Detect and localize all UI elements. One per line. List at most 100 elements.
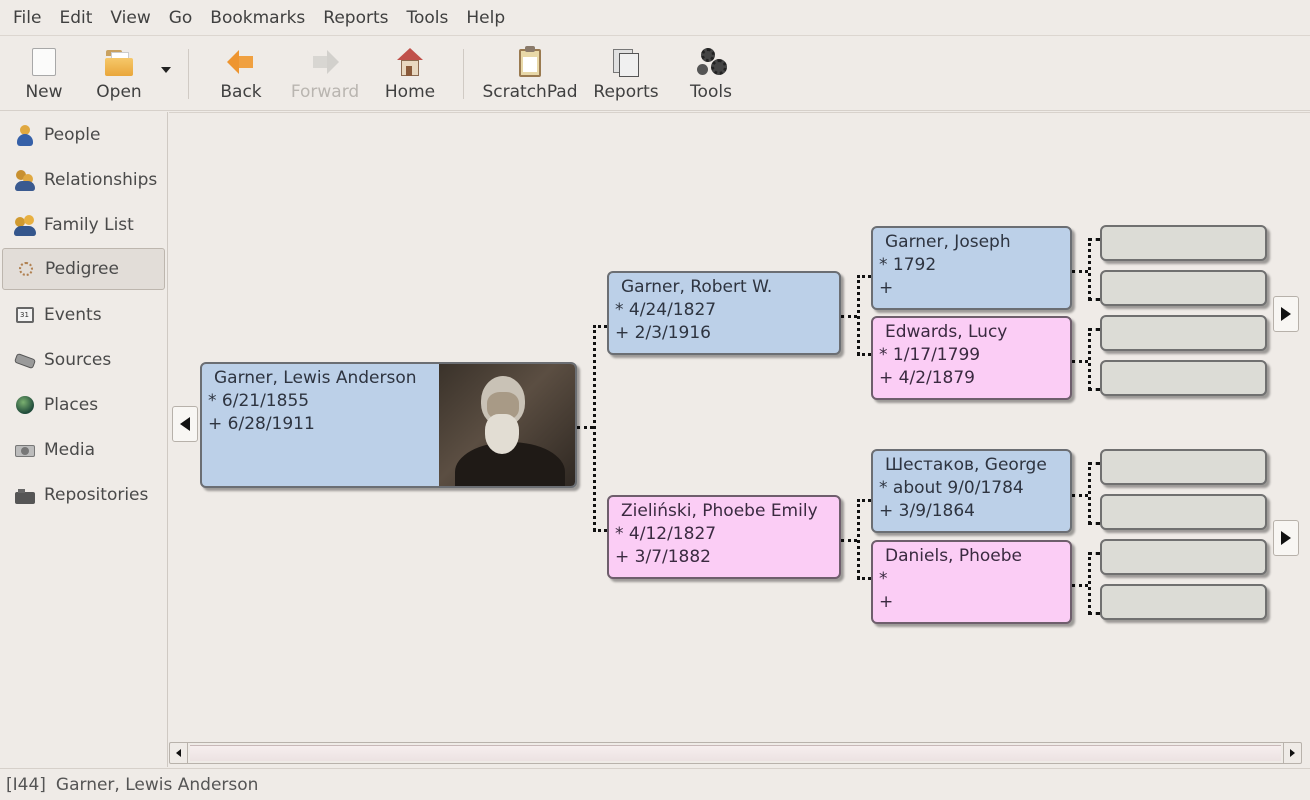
menu-reports[interactable]: Reports	[314, 0, 397, 36]
back-button[interactable]: Back	[199, 37, 283, 109]
empty-person-box[interactable]	[1100, 449, 1267, 485]
person-name: Garner, Robert W.	[621, 277, 773, 297]
sidebar-item-family-list[interactable]: Family List	[2, 202, 165, 247]
sidebar-item-pedigree[interactable]: Pedigree	[2, 248, 165, 290]
media-icon	[14, 439, 36, 461]
arrow-right-icon	[1281, 531, 1291, 545]
person-birth: *	[879, 569, 888, 589]
connector	[1088, 552, 1091, 614]
person-birth: * 1/17/1799	[879, 345, 981, 365]
sidebar-item-relationships[interactable]: Relationships	[2, 157, 165, 202]
sidebar-item-media[interactable]: Media	[2, 427, 165, 472]
scrollbar-thumb[interactable]	[190, 745, 1281, 761]
connector	[857, 353, 871, 356]
person-birth: * 6/21/1855	[208, 391, 310, 411]
connector	[1088, 298, 1100, 301]
navigate-child-button[interactable]	[172, 406, 198, 442]
connector	[1088, 328, 1100, 331]
new-button[interactable]: New	[4, 37, 84, 109]
person-name: Garner, Lewis Anderson	[214, 368, 417, 388]
sidebar-item-events[interactable]: 31 Events	[2, 292, 165, 337]
person-box-paternal-grandmother[interactable]: Edwards, Lucy * 1/17/1799 + 4/2/1879	[871, 316, 1072, 400]
people-icon	[14, 124, 36, 146]
empty-person-box[interactable]	[1100, 270, 1267, 306]
empty-person-box[interactable]	[1100, 584, 1267, 620]
empty-person-box[interactable]	[1100, 315, 1267, 351]
navigate-ancestors-up-button[interactable]	[1273, 296, 1299, 332]
menu-bookmarks[interactable]: Bookmarks	[201, 0, 314, 36]
arrow-left-icon	[176, 749, 181, 757]
gramps-window: File Edit View Go Bookmarks Reports Tool…	[0, 0, 1310, 800]
repositories-icon	[14, 484, 36, 506]
open-button[interactable]: Open	[84, 37, 154, 109]
connector	[1088, 238, 1100, 241]
menu-view[interactable]: View	[101, 0, 159, 36]
forward-button[interactable]: Forward	[283, 37, 367, 109]
pedigree-canvas: Garner, Lewis Anderson * 6/21/1855 + 6/2…	[169, 112, 1310, 742]
gears-icon	[695, 46, 727, 78]
person-box-father[interactable]: Garner, Robert W. * 4/24/1827 + 2/3/1916	[607, 271, 841, 355]
back-label: Back	[220, 82, 262, 102]
scroll-left-button[interactable]	[170, 743, 188, 763]
new-document-icon	[28, 46, 60, 78]
horizontal-scrollbar[interactable]	[169, 742, 1302, 764]
globe-icon	[14, 394, 36, 416]
menubar: File Edit View Go Bookmarks Reports Tool…	[0, 0, 1310, 36]
menu-go[interactable]: Go	[160, 0, 202, 36]
empty-person-box[interactable]	[1100, 494, 1267, 530]
sidebar: People Relationships Family List Pedigre…	[0, 112, 168, 767]
menu-edit[interactable]: Edit	[50, 0, 101, 36]
empty-person-box[interactable]	[1100, 360, 1267, 396]
status-person-id: [I44]	[6, 774, 46, 795]
chevron-down-icon	[161, 67, 171, 73]
connector	[857, 577, 871, 580]
statusbar: [I44] Garner, Lewis Anderson	[0, 768, 1310, 800]
connector	[1088, 522, 1100, 525]
status-person-name: Garner, Lewis Anderson	[55, 774, 259, 795]
sidebar-item-sources[interactable]: Sources	[2, 337, 165, 382]
connector	[593, 325, 596, 531]
scratchpad-button[interactable]: ScratchPad	[474, 37, 586, 109]
reports-icon	[610, 46, 642, 78]
menu-tools[interactable]: Tools	[398, 0, 458, 36]
empty-person-box[interactable]	[1100, 539, 1267, 575]
person-box-paternal-grandfather[interactable]: Garner, Joseph * 1792 +	[871, 226, 1072, 310]
person-box-maternal-grandmother[interactable]: Daniels, Phoebe * +	[871, 540, 1072, 624]
empty-person-box[interactable]	[1100, 225, 1267, 261]
person-death: + 6/28/1911	[208, 414, 315, 434]
sidebar-item-repositories[interactable]: Repositories	[2, 472, 165, 517]
person-box-root[interactable]: Garner, Lewis Anderson * 6/21/1855 + 6/2…	[200, 362, 577, 488]
connector	[1088, 462, 1091, 524]
navigate-ancestors-down-button[interactable]	[1273, 520, 1299, 556]
connector	[1072, 584, 1088, 587]
sidebar-item-people[interactable]: People	[2, 112, 165, 157]
home-button[interactable]: Home	[367, 37, 453, 109]
connector	[841, 539, 857, 542]
reports-label: Reports	[593, 82, 659, 102]
arrow-right-icon	[1281, 307, 1291, 321]
person-box-maternal-grandfather[interactable]: Шестаков, George * about 9/0/1784 + 3/9/…	[871, 449, 1072, 533]
family-list-icon	[14, 214, 36, 236]
home-label: Home	[384, 82, 436, 102]
person-photo	[439, 364, 575, 486]
scratchpad-label: ScratchPad	[482, 82, 578, 102]
connector	[1072, 494, 1088, 497]
open-recent-dropdown[interactable]	[154, 37, 178, 73]
person-birth: * 4/24/1827	[615, 300, 717, 320]
toolbar-separator	[188, 49, 189, 99]
tools-button[interactable]: Tools	[666, 37, 756, 109]
sources-icon	[13, 349, 37, 371]
person-box-mother[interactable]: Zieliński, Phoebe Emily * 4/12/1827 + 3/…	[607, 495, 841, 579]
scroll-right-button[interactable]	[1283, 743, 1301, 763]
sidebar-item-places[interactable]: Places	[2, 382, 165, 427]
relationships-icon	[14, 169, 36, 191]
person-name: Daniels, Phoebe	[885, 546, 1022, 566]
new-label: New	[25, 82, 63, 102]
menu-file[interactable]: File	[4, 0, 50, 36]
connector	[1088, 462, 1100, 465]
reports-button[interactable]: Reports	[586, 37, 666, 109]
menu-help[interactable]: Help	[457, 0, 514, 36]
events-icon: 31	[14, 304, 36, 326]
forward-label: Forward	[290, 82, 360, 102]
toolbar: New Open Back Forward Home ScratchPad Re…	[0, 37, 1310, 111]
